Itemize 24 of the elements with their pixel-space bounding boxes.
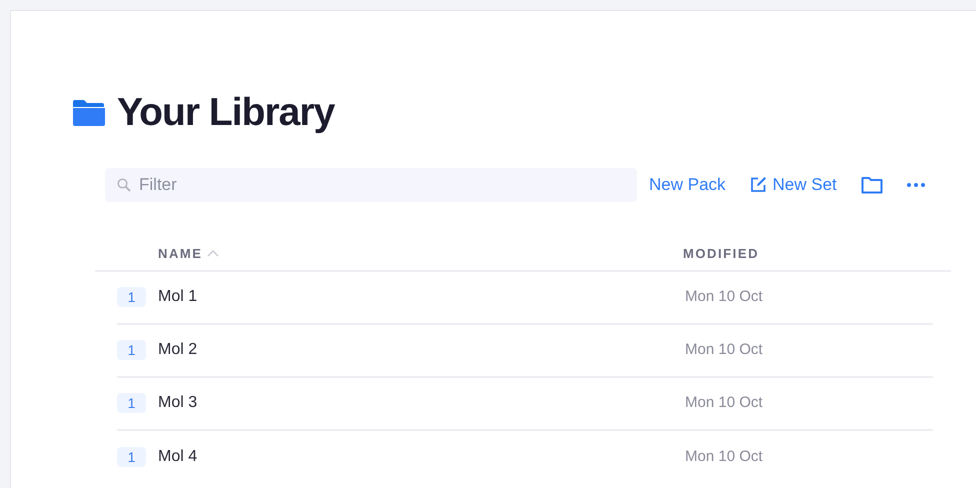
item-name[interactable]: Mol 1	[158, 285, 685, 310]
modified-date: Mon 10 Oct	[685, 393, 763, 413]
search-icon	[117, 178, 131, 192]
count-badge: 1	[117, 287, 146, 308]
filter-field[interactable]: Filter	[105, 168, 637, 202]
modified-date: Mon 10 Oct	[685, 287, 763, 307]
folder-icon	[73, 100, 105, 126]
count-badge: 1	[117, 447, 146, 468]
count-badge: 1	[117, 393, 146, 414]
new-set-button[interactable]: New Set	[738, 172, 849, 198]
item-name[interactable]: Mol 2	[158, 338, 685, 362]
column-header[interactable]: MODIFIED	[683, 244, 760, 264]
item-name[interactable]: Mol 3	[158, 391, 685, 416]
modified-date: Mon 10 Oct	[685, 447, 763, 467]
more-icon	[906, 182, 925, 187]
count-badge: 1	[117, 340, 146, 360]
new-pack-button[interactable]: New Pack	[637, 172, 738, 198]
column-header[interactable]: NAME	[158, 244, 219, 264]
folder-icon	[860, 176, 883, 194]
modified-date: Mon 10 Oct	[685, 340, 763, 360]
page-title: Your Library	[117, 90, 334, 136]
item-name[interactable]: Mol 4	[158, 445, 685, 470]
edit-icon	[750, 176, 767, 194]
sort-up-icon	[206, 250, 219, 258]
